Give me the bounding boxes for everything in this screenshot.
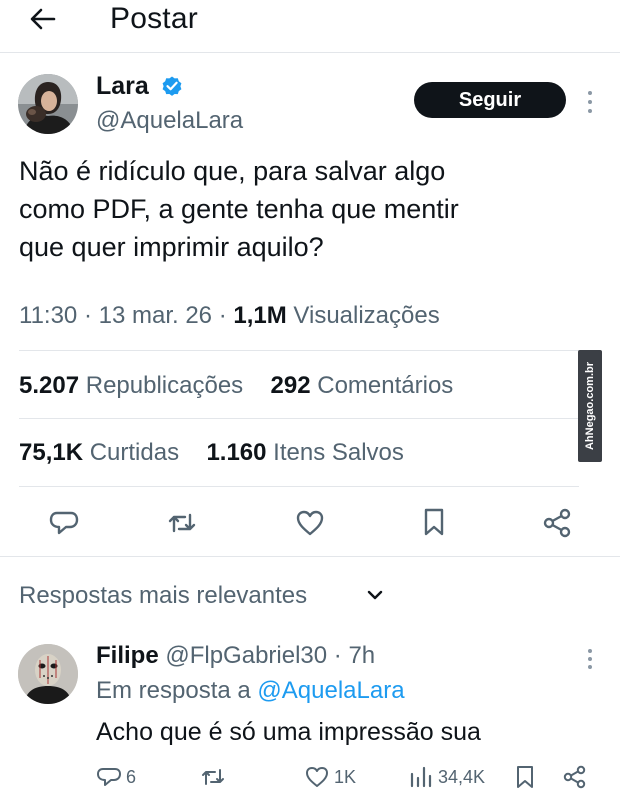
heart-icon <box>306 767 328 787</box>
post-text-line: que quer imprimir aquilo? <box>19 232 324 262</box>
in-reply-prefix: Em resposta a <box>96 677 251 704</box>
reply-like-count: 1K <box>334 766 357 787</box>
views-count: 1,1M <box>233 302 287 329</box>
divider <box>19 418 579 419</box>
share-icon[interactable] <box>541 507 573 539</box>
reposts-label: Republicações <box>85 372 244 399</box>
post-meta: 11:30 · 13 mar. 26 · 1,1M Visualizações <box>19 300 440 332</box>
likes-stat[interactable]: 75,1K Curtidas <box>19 439 179 466</box>
divider <box>19 350 579 351</box>
in-reply-handle-link[interactable]: @AquelaLara <box>257 677 404 704</box>
reply-views-action[interactable]: 34,4K <box>408 764 485 790</box>
stats-row-reposts-comments: 5.207 Republicações 292 Comentários <box>19 370 453 402</box>
author-handle[interactable]: @AquelaLara <box>96 106 243 136</box>
reply-header: Filipe @FlpGabriel30 · 7h <box>96 641 375 671</box>
separator-dot: · <box>218 302 234 329</box>
bookmark-icon[interactable] <box>418 506 450 538</box>
separator-dot: · <box>327 642 349 669</box>
verified-badge-icon <box>162 76 182 96</box>
post-text-line: como PDF, a gente tenha que mentir <box>19 194 459 224</box>
heart-icon[interactable] <box>294 507 326 539</box>
divider <box>0 556 620 557</box>
reply-context: Em resposta a @AquelaLara <box>96 676 405 706</box>
reply-icon[interactable] <box>48 507 80 539</box>
more-options-icon[interactable] <box>582 646 598 672</box>
divider <box>19 486 579 487</box>
repost-icon[interactable] <box>166 507 198 539</box>
more-options-icon[interactable] <box>582 88 598 116</box>
post-date[interactable]: 13 mar. 26 <box>99 302 212 329</box>
post-text-line: Não é ridículo que, para salvar algo <box>19 156 446 186</box>
chevron-down-icon[interactable] <box>366 586 384 604</box>
separator-dot: · <box>83 302 99 329</box>
reply-author-name[interactable]: Filipe <box>96 642 159 669</box>
reposts-stat[interactable]: 5.207 Republicações <box>19 372 243 399</box>
saves-label: Itens Salvos <box>273 439 404 466</box>
reply-icon <box>97 768 121 786</box>
page-title: Postar <box>110 2 198 35</box>
reply-like-action[interactable]: 1K <box>304 764 356 790</box>
saves-count: 1.160 <box>206 439 267 466</box>
reply-comment-action[interactable]: 6 <box>96 764 136 790</box>
likes-count: 75,1K <box>19 439 84 466</box>
reply-text: Acho que é só uma impressão sua <box>96 718 481 746</box>
stats-row-likes-saves: 75,1K Curtidas 1.160 Itens Salvos <box>19 437 404 469</box>
reply-age[interactable]: 7h <box>348 642 375 669</box>
share-icon[interactable] <box>562 764 588 790</box>
reply-author-handle[interactable]: @FlpGabriel30 <box>165 642 327 669</box>
follow-button[interactable]: Seguir <box>414 82 566 118</box>
comments-label: Comentários <box>317 372 454 399</box>
reply-comment-count: 6 <box>126 766 137 787</box>
watermark: AhNegao.com.br <box>578 350 602 462</box>
reply-views-count: 34,4K <box>438 766 486 787</box>
views-chart-icon <box>410 766 432 788</box>
post-time[interactable]: 11:30 <box>19 302 77 329</box>
post-text: Não é ridículo que, para salvar algo com… <box>19 152 579 266</box>
views-label: Visualizações <box>293 302 440 329</box>
arrow-left-icon[interactable] <box>26 2 60 36</box>
comments-stat[interactable]: 292 Comentários <box>271 372 454 399</box>
bookmark-icon[interactable] <box>512 764 538 790</box>
repost-icon[interactable] <box>200 764 226 790</box>
replies-sort-label[interactable]: Respostas mais relevantes <box>19 580 307 612</box>
avatar[interactable] <box>18 74 78 134</box>
author-name[interactable]: Lara <box>96 71 149 101</box>
comments-count: 292 <box>270 372 311 399</box>
saves-stat[interactable]: 1.160 Itens Salvos <box>206 439 403 466</box>
reply-avatar[interactable] <box>18 644 78 704</box>
reposts-count: 5.207 <box>19 372 80 399</box>
watermark-text: AhNegao.com.br <box>584 361 596 451</box>
header-divider <box>0 52 620 53</box>
likes-label: Curtidas <box>89 439 180 466</box>
